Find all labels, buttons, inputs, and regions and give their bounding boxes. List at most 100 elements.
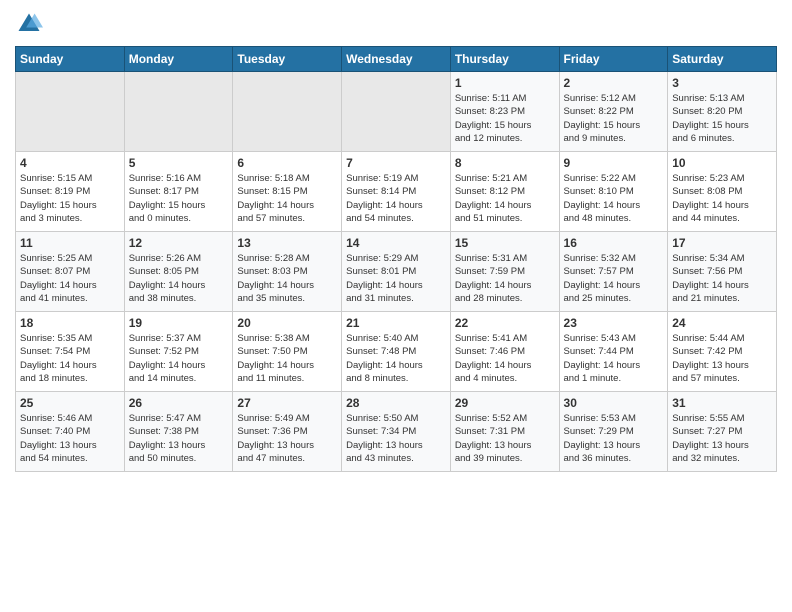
day-number: 16 bbox=[564, 236, 664, 250]
day-number: 25 bbox=[20, 396, 120, 410]
day-info: Sunrise: 5:50 AM Sunset: 7:34 PM Dayligh… bbox=[346, 412, 446, 465]
day-number: 13 bbox=[237, 236, 337, 250]
day-number: 27 bbox=[237, 396, 337, 410]
calendar-cell: 23 Sunrise: 5:43 AM Sunset: 7:44 PM Dayli… bbox=[559, 312, 668, 392]
day-info: Sunrise: 5:53 AM Sunset: 7:29 PM Dayligh… bbox=[564, 412, 664, 465]
day-number: 22 bbox=[455, 316, 555, 330]
day-info: Sunrise: 5:43 AM Sunset: 7:44 PM Dayligh… bbox=[564, 332, 664, 385]
calendar-cell: 29 Sunrise: 5:52 AM Sunset: 7:31 PM Dayli… bbox=[450, 392, 559, 472]
calendar-cell: 31 Sunrise: 5:55 AM Sunset: 7:27 PM Dayli… bbox=[668, 392, 777, 472]
calendar-cell: 13 Sunrise: 5:28 AM Sunset: 8:03 PM Dayli… bbox=[233, 232, 342, 312]
day-info: Sunrise: 5:41 AM Sunset: 7:46 PM Dayligh… bbox=[455, 332, 555, 385]
day-number: 30 bbox=[564, 396, 664, 410]
day-info: Sunrise: 5:21 AM Sunset: 8:12 PM Dayligh… bbox=[455, 172, 555, 225]
calendar-cell bbox=[16, 72, 125, 152]
header-row: SundayMondayTuesdayWednesdayThursdayFrid… bbox=[16, 47, 777, 72]
day-info: Sunrise: 5:26 AM Sunset: 8:05 PM Dayligh… bbox=[129, 252, 229, 305]
day-header-thursday: Thursday bbox=[450, 47, 559, 72]
calendar-cell: 5 Sunrise: 5:16 AM Sunset: 8:17 PM Daylig… bbox=[124, 152, 233, 232]
calendar-cell: 24 Sunrise: 5:44 AM Sunset: 7:42 PM Dayli… bbox=[668, 312, 777, 392]
day-info: Sunrise: 5:13 AM Sunset: 8:20 PM Dayligh… bbox=[672, 92, 772, 145]
day-info: Sunrise: 5:35 AM Sunset: 7:54 PM Dayligh… bbox=[20, 332, 120, 385]
day-header-wednesday: Wednesday bbox=[342, 47, 451, 72]
calendar-cell: 12 Sunrise: 5:26 AM Sunset: 8:05 PM Dayli… bbox=[124, 232, 233, 312]
logo bbox=[15, 10, 47, 38]
day-number: 17 bbox=[672, 236, 772, 250]
calendar-cell: 30 Sunrise: 5:53 AM Sunset: 7:29 PM Dayli… bbox=[559, 392, 668, 472]
day-info: Sunrise: 5:37 AM Sunset: 7:52 PM Dayligh… bbox=[129, 332, 229, 385]
day-info: Sunrise: 5:18 AM Sunset: 8:15 PM Dayligh… bbox=[237, 172, 337, 225]
logo-icon bbox=[15, 10, 43, 38]
week-row-4: 18 Sunrise: 5:35 AM Sunset: 7:54 PM Dayli… bbox=[16, 312, 777, 392]
day-number: 21 bbox=[346, 316, 446, 330]
day-number: 9 bbox=[564, 156, 664, 170]
day-header-friday: Friday bbox=[559, 47, 668, 72]
day-number: 23 bbox=[564, 316, 664, 330]
calendar-cell: 1 Sunrise: 5:11 AM Sunset: 8:23 PM Daylig… bbox=[450, 72, 559, 152]
day-number: 5 bbox=[129, 156, 229, 170]
day-info: Sunrise: 5:25 AM Sunset: 8:07 PM Dayligh… bbox=[20, 252, 120, 305]
day-number: 24 bbox=[672, 316, 772, 330]
day-number: 3 bbox=[672, 76, 772, 90]
day-info: Sunrise: 5:40 AM Sunset: 7:48 PM Dayligh… bbox=[346, 332, 446, 385]
day-number: 2 bbox=[564, 76, 664, 90]
calendar-cell: 22 Sunrise: 5:41 AM Sunset: 7:46 PM Dayli… bbox=[450, 312, 559, 392]
calendar-cell: 20 Sunrise: 5:38 AM Sunset: 7:50 PM Dayli… bbox=[233, 312, 342, 392]
day-number: 26 bbox=[129, 396, 229, 410]
calendar-cell bbox=[233, 72, 342, 152]
week-row-1: 1 Sunrise: 5:11 AM Sunset: 8:23 PM Daylig… bbox=[16, 72, 777, 152]
day-info: Sunrise: 5:55 AM Sunset: 7:27 PM Dayligh… bbox=[672, 412, 772, 465]
calendar-cell: 19 Sunrise: 5:37 AM Sunset: 7:52 PM Dayli… bbox=[124, 312, 233, 392]
calendar-cell: 14 Sunrise: 5:29 AM Sunset: 8:01 PM Dayli… bbox=[342, 232, 451, 312]
day-number: 1 bbox=[455, 76, 555, 90]
day-info: Sunrise: 5:29 AM Sunset: 8:01 PM Dayligh… bbox=[346, 252, 446, 305]
day-info: Sunrise: 5:15 AM Sunset: 8:19 PM Dayligh… bbox=[20, 172, 120, 225]
day-info: Sunrise: 5:49 AM Sunset: 7:36 PM Dayligh… bbox=[237, 412, 337, 465]
day-number: 29 bbox=[455, 396, 555, 410]
calendar-cell: 21 Sunrise: 5:40 AM Sunset: 7:48 PM Dayli… bbox=[342, 312, 451, 392]
day-number: 20 bbox=[237, 316, 337, 330]
calendar-cell: 9Sunrise: 5:22 AM Sunset: 8:10 PM Daylig… bbox=[559, 152, 668, 232]
calendar-cell: 27 Sunrise: 5:49 AM Sunset: 7:36 PM Dayli… bbox=[233, 392, 342, 472]
day-info: Sunrise: 5:31 AM Sunset: 7:59 PM Dayligh… bbox=[455, 252, 555, 305]
day-number: 31 bbox=[672, 396, 772, 410]
calendar-cell: 25 Sunrise: 5:46 AM Sunset: 7:40 PM Dayli… bbox=[16, 392, 125, 472]
calendar-cell: 28 Sunrise: 5:50 AM Sunset: 7:34 PM Dayli… bbox=[342, 392, 451, 472]
day-header-sunday: Sunday bbox=[16, 47, 125, 72]
calendar-cell: 11Sunrise: 5:25 AM Sunset: 8:07 PM Dayli… bbox=[16, 232, 125, 312]
calendar-cell bbox=[124, 72, 233, 152]
day-number: 8 bbox=[455, 156, 555, 170]
week-row-5: 25 Sunrise: 5:46 AM Sunset: 7:40 PM Dayli… bbox=[16, 392, 777, 472]
calendar-cell: 10Sunrise: 5:23 AM Sunset: 8:08 PM Dayli… bbox=[668, 152, 777, 232]
day-info: Sunrise: 5:28 AM Sunset: 8:03 PM Dayligh… bbox=[237, 252, 337, 305]
day-number: 28 bbox=[346, 396, 446, 410]
week-row-2: 4 Sunrise: 5:15 AM Sunset: 8:19 PM Daylig… bbox=[16, 152, 777, 232]
day-number: 14 bbox=[346, 236, 446, 250]
day-header-tuesday: Tuesday bbox=[233, 47, 342, 72]
header bbox=[15, 10, 777, 38]
calendar-cell: 18 Sunrise: 5:35 AM Sunset: 7:54 PM Dayli… bbox=[16, 312, 125, 392]
day-number: 18 bbox=[20, 316, 120, 330]
day-info: Sunrise: 5:44 AM Sunset: 7:42 PM Dayligh… bbox=[672, 332, 772, 385]
calendar-cell: 4 Sunrise: 5:15 AM Sunset: 8:19 PM Daylig… bbox=[16, 152, 125, 232]
day-number: 4 bbox=[20, 156, 120, 170]
day-number: 10 bbox=[672, 156, 772, 170]
day-info: Sunrise: 5:16 AM Sunset: 8:17 PM Dayligh… bbox=[129, 172, 229, 225]
day-header-saturday: Saturday bbox=[668, 47, 777, 72]
calendar-cell: 16Sunrise: 5:32 AM Sunset: 7:57 PM Dayli… bbox=[559, 232, 668, 312]
day-info: Sunrise: 5:12 AM Sunset: 8:22 PM Dayligh… bbox=[564, 92, 664, 145]
day-info: Sunrise: 5:38 AM Sunset: 7:50 PM Dayligh… bbox=[237, 332, 337, 385]
calendar-cell bbox=[342, 72, 451, 152]
day-info: Sunrise: 5:11 AM Sunset: 8:23 PM Dayligh… bbox=[455, 92, 555, 145]
calendar-cell: 26Sunrise: 5:47 AM Sunset: 7:38 PM Dayli… bbox=[124, 392, 233, 472]
calendar-cell: 17Sunrise: 5:34 AM Sunset: 7:56 PM Dayli… bbox=[668, 232, 777, 312]
day-header-monday: Monday bbox=[124, 47, 233, 72]
week-row-3: 11Sunrise: 5:25 AM Sunset: 8:07 PM Dayli… bbox=[16, 232, 777, 312]
day-number: 7 bbox=[346, 156, 446, 170]
day-info: Sunrise: 5:52 AM Sunset: 7:31 PM Dayligh… bbox=[455, 412, 555, 465]
day-info: Sunrise: 5:46 AM Sunset: 7:40 PM Dayligh… bbox=[20, 412, 120, 465]
day-number: 19 bbox=[129, 316, 229, 330]
day-number: 12 bbox=[129, 236, 229, 250]
calendar-table: SundayMondayTuesdayWednesdayThursdayFrid… bbox=[15, 46, 777, 472]
day-number: 6 bbox=[237, 156, 337, 170]
